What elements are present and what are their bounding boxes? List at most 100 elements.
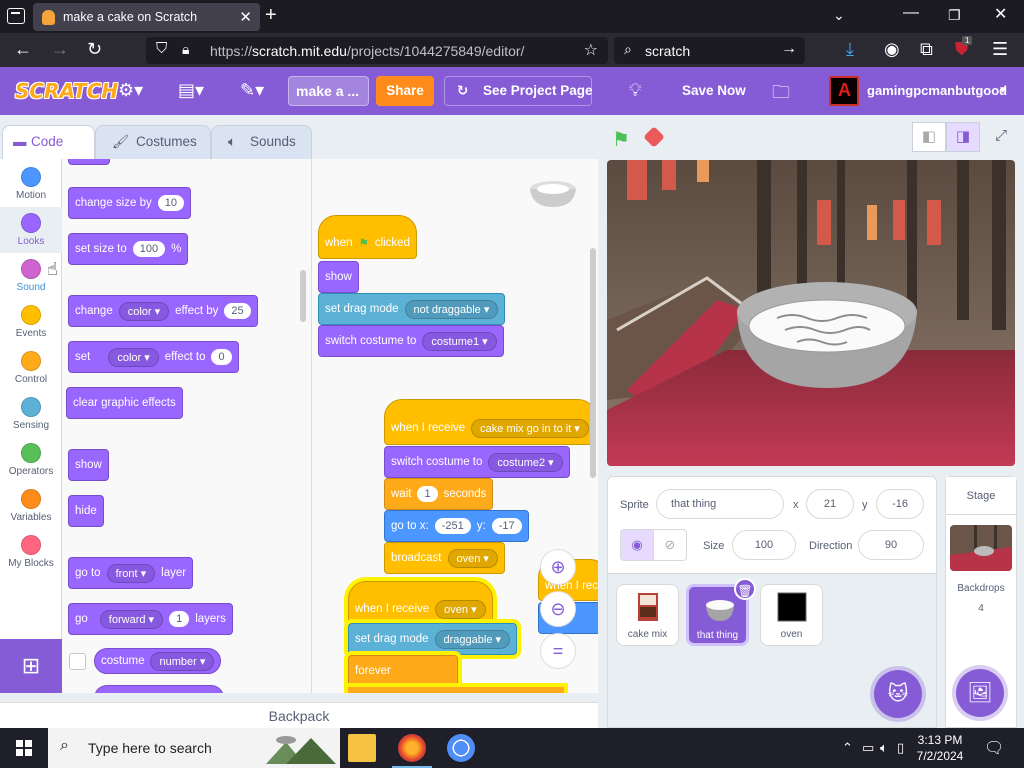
category-looks[interactable]: Looks — [0, 207, 62, 253]
palette-scrollbar[interactable] — [300, 270, 306, 322]
battery-icon[interactable]: ▯ — [897, 740, 904, 756]
chrome-icon[interactable] — [447, 734, 475, 762]
category-sensing[interactable]: Sensing — [0, 397, 62, 431]
username[interactable]: gamingpcmanbutgood — [867, 83, 1007, 98]
taskbar-search-box[interactable]: ⌕ Type here to search — [48, 728, 340, 768]
scratch-logo[interactable]: SCRATCH — [15, 79, 118, 103]
x-input[interactable]: 21 — [806, 489, 854, 519]
stage-target-panel[interactable]: Stage Backdrops 4 🖼︎ — [945, 476, 1017, 728]
stage-canvas[interactable] — [607, 160, 1015, 466]
block-go-forward-layers[interactable]: go forward 1 layers — [68, 603, 233, 635]
costume-number-checkbox[interactable] — [69, 653, 86, 670]
tab-list-icon[interactable] — [7, 8, 25, 24]
see-project-page-button[interactable]: ↻ See Project Page — [444, 76, 593, 106]
block-switch-costume[interactable]: switch costume to costume2 — [384, 446, 570, 478]
tab-sounds[interactable]: 🔈︎ Sounds — [211, 125, 312, 159]
windows-start-icon[interactable] — [16, 740, 32, 756]
costume-dropdown[interactable]: costume1 — [422, 331, 497, 351]
tray-chevron-icon[interactable]: ⌃ — [842, 740, 853, 756]
edit-menu-icon[interactable]: ✎▾ — [240, 80, 264, 101]
green-flag-icon[interactable]: ⚑ — [612, 127, 630, 152]
tab-code[interactable]: ▬ Code — [2, 125, 95, 159]
message-dropdown[interactable]: oven — [435, 599, 486, 619]
project-title-input[interactable]: make a ... — [288, 76, 369, 106]
close-window-icon[interactable]: ✕ — [994, 4, 1007, 24]
script-scrollbar[interactable] — [590, 248, 596, 478]
zoom-reset-button[interactable]: = — [540, 633, 576, 669]
zoom-out-button[interactable]: ⊖ — [540, 591, 576, 627]
costume-prop-dropdown[interactable]: number — [150, 651, 215, 671]
settings-gear-icon[interactable]: ⚙▾ — [118, 80, 143, 101]
tutorials-lightbulb-icon[interactable]: 💡︎ — [629, 80, 642, 101]
y-input[interactable]: -16 — [876, 489, 924, 519]
browser-tab[interactable]: make a cake on Scratch ✕ — [33, 3, 260, 31]
notifications-icon[interactable]: 🗨︎ — [984, 738, 1004, 758]
bookmark-star-icon[interactable]: ☆ — [584, 40, 598, 60]
category-variables[interactable]: Variables — [0, 489, 62, 523]
block-number-input[interactable]: 100 — [132, 241, 166, 257]
search-go-icon[interactable]: → — [781, 40, 797, 58]
category-operators[interactable]: Operators — [0, 443, 62, 477]
reporter-partial[interactable] — [94, 685, 224, 693]
direction-dropdown[interactable]: forward — [99, 609, 164, 629]
new-tab-icon[interactable]: + — [265, 4, 277, 27]
sprite-tile-cake-mix[interactable]: cake mix — [616, 584, 679, 646]
reload-icon[interactable]: ↻ — [87, 39, 102, 60]
layer-dropdown[interactable]: front — [106, 563, 156, 583]
block-number-input[interactable]: 25 — [224, 303, 251, 319]
my-stuff-folder-icon[interactable]: 🗀 — [772, 80, 790, 110]
block-forever[interactable]: forever — [348, 655, 458, 687]
save-now-button[interactable]: Save Now — [682, 83, 746, 98]
block-number-input[interactable]: 1 — [169, 611, 190, 627]
block-number-input[interactable]: -17 — [491, 518, 522, 534]
broadcast-dropdown[interactable]: oven — [447, 548, 498, 568]
stop-sign-icon[interactable] — [643, 126, 665, 148]
hat-when-i-receive[interactable]: when I receive cake mix go in to it — [384, 399, 596, 445]
costume-dropdown[interactable]: costume2 — [488, 452, 563, 472]
show-sprite-eye-icon[interactable]: ◉ — [620, 529, 654, 561]
block-show[interactable]: show — [318, 261, 359, 293]
drag-mode-dropdown[interactable]: not draggable — [404, 299, 499, 319]
block-wait[interactable]: wait 1 seconds — [384, 478, 494, 510]
category-motion[interactable]: Motion — [0, 167, 62, 201]
block-set-effect-to[interactable]: set color effect to 0 — [68, 341, 239, 373]
script-area[interactable]: when ⚑ clicked show set drag mode not dr… — [312, 159, 598, 693]
file-explorer-icon[interactable] — [348, 734, 376, 762]
add-backdrop-button[interactable]: 🖼︎ — [956, 669, 1004, 717]
block-broadcast[interactable]: broadcast oven — [384, 542, 505, 574]
block-go-to-xy[interactable]: go to x: -251 y: -17 — [384, 510, 529, 542]
share-button[interactable]: Share — [376, 76, 434, 106]
account-caret-icon[interactable]: ▼ — [998, 85, 1008, 96]
shield-icon[interactable]: ⛉ — [156, 40, 167, 57]
block-change-effect-by[interactable]: change color effect by 25 — [68, 295, 258, 327]
url-bar[interactable]: ⛉ 🔒︎ https://scratch.mit.edu/projects/10… — [146, 37, 608, 64]
block-switch-costume[interactable]: switch costume to costume1 — [318, 325, 504, 357]
block-number-input[interactable]: 10 — [157, 195, 184, 211]
add-extension-button[interactable]: ⊞ — [0, 639, 62, 693]
category-control[interactable]: Control — [0, 351, 62, 385]
block-change-size-by[interactable]: change size by 10 — [68, 187, 191, 219]
normal-stage-button[interactable]: ◨ — [946, 122, 980, 152]
avatar[interactable] — [829, 76, 859, 106]
hat-when-flag-clicked[interactable]: when ⚑ clicked — [318, 215, 417, 259]
forward-icon[interactable]: → — [51, 39, 69, 60]
minimize-icon[interactable]: — — [903, 4, 919, 22]
tab-overflow-chevron-icon[interactable]: ⌄ — [833, 7, 845, 24]
direction-input[interactable]: 90 — [858, 530, 924, 560]
zoom-in-button[interactable]: ⊕ — [540, 549, 576, 585]
add-sprite-button[interactable]: 🐱︎ — [874, 670, 922, 718]
account-icon[interactable]: ◉ — [884, 39, 900, 60]
block-hide[interactable]: hide — [68, 495, 104, 527]
block-set-drag-mode[interactable]: set drag mode draggable — [348, 623, 518, 655]
small-stage-button[interactable]: ◧ — [912, 122, 946, 152]
delete-sprite-icon[interactable]: 🗑︎ — [734, 578, 756, 600]
taskbar-clock[interactable]: 3:13 PM 7/2/2024 — [908, 732, 972, 764]
block-number-input[interactable]: -251 — [434, 518, 471, 534]
drag-mode-dropdown[interactable]: draggable — [434, 629, 511, 649]
palette-block-partial[interactable] — [68, 159, 110, 165]
fullscreen-icon[interactable]: ⤢ — [984, 122, 1018, 152]
file-menu-icon[interactable]: ▤▾ — [178, 80, 204, 101]
downloads-icon[interactable]: ⤓ — [846, 39, 854, 60]
block-number-input[interactable]: 0 — [211, 349, 232, 365]
reporter-costume-number[interactable]: costume number — [94, 648, 222, 674]
